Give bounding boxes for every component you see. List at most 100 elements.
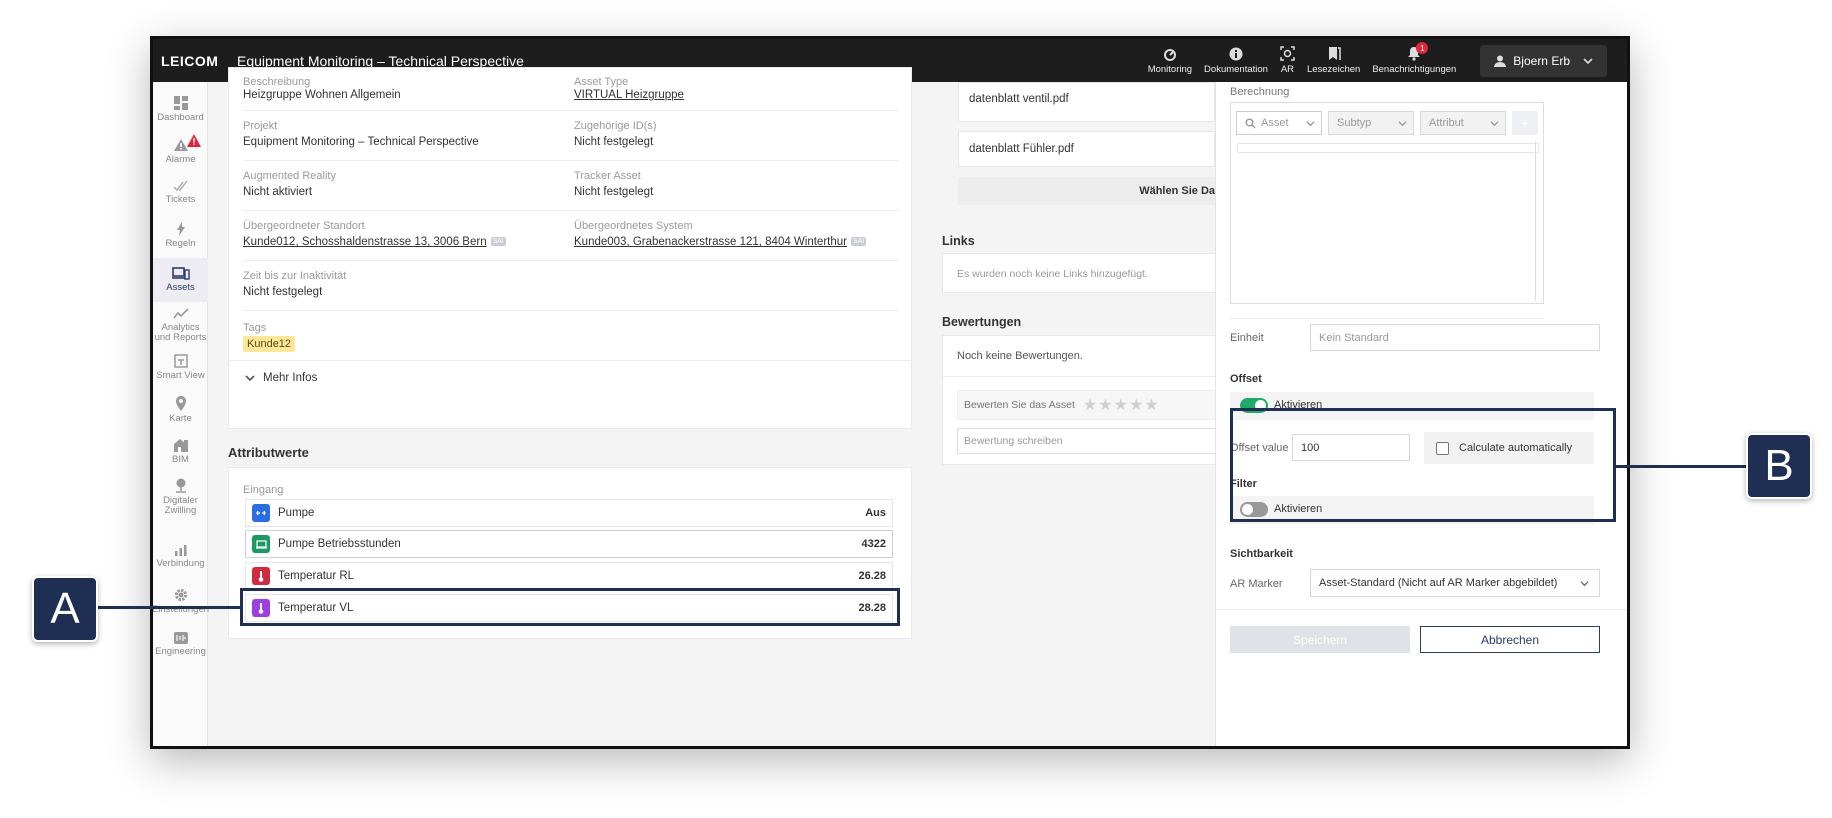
sidebar-item-label: BIM bbox=[172, 454, 189, 465]
attribut-select[interactable]: Attribut bbox=[1420, 111, 1506, 135]
calculation-editor[interactable]: Asset Subtyp Attribut + bbox=[1230, 102, 1544, 304]
user-menu-button[interactable]: Bjoern Erb bbox=[1480, 44, 1607, 77]
divider bbox=[243, 160, 899, 161]
ratings-title: Bewertungen bbox=[942, 315, 1022, 329]
star-rating-icon[interactable]: ★★★★★ bbox=[1083, 395, 1160, 415]
ar-marker-value: Asset-Standard (Nicht auf AR Marker abge… bbox=[1319, 577, 1558, 589]
sidebar-item-label: Smart View bbox=[156, 370, 205, 381]
scrollbar[interactable] bbox=[1535, 141, 1536, 301]
links-title: Links bbox=[942, 234, 975, 248]
add-variable-button[interactable]: + bbox=[1512, 111, 1538, 135]
einheit-label: Einheit bbox=[1230, 332, 1264, 344]
inaktiv-value: Nicht festgelegt bbox=[243, 286, 323, 298]
document-item[interactable]: datenblatt Fühler.pdf bbox=[958, 131, 1215, 167]
sidebar-item-karte[interactable]: Karte bbox=[153, 396, 208, 424]
subtyp-select[interactable]: Subtyp bbox=[1328, 111, 1414, 135]
rate-asset-label: Bewerten Sie das Asset bbox=[964, 399, 1075, 411]
asset-select[interactable]: Asset bbox=[1236, 111, 1322, 135]
rate-asset-box: Bewerten Sie das Asset ★★★★★ bbox=[957, 390, 1216, 420]
toolbar-dokumentation-label: Dokumentation bbox=[1204, 63, 1268, 75]
document-item[interactable]: datenblatt ventil.pdf bbox=[958, 82, 1215, 122]
sidebar-item-bim[interactable]: BIM bbox=[153, 438, 208, 465]
callout-a-badge: A bbox=[32, 576, 98, 642]
divider bbox=[243, 110, 899, 111]
toolbar-lesezeichen[interactable]: Lesezeichen bbox=[1301, 46, 1366, 75]
save-button[interactable]: Speichern bbox=[1230, 626, 1410, 653]
sidebar-item-verbindung[interactable]: Verbindung bbox=[153, 544, 208, 569]
attribute-name: Temperatur RL bbox=[278, 570, 355, 582]
building-icon bbox=[173, 439, 188, 452]
system-value: Kunde003, Grabenackerstrasse 121, 8404 W… bbox=[574, 236, 867, 248]
sidebar-item-alarme[interactable]: Alarme bbox=[153, 134, 208, 165]
digital-twin-icon bbox=[175, 478, 186, 493]
attributes-title: Attributwerte bbox=[228, 445, 309, 460]
chevron-down-icon bbox=[1306, 120, 1315, 126]
monitoring-icon bbox=[1163, 48, 1176, 61]
asset-select-placeholder: Asset bbox=[1261, 117, 1289, 129]
thermometer-icon bbox=[252, 567, 270, 585]
app-logo: LEICOM bbox=[161, 52, 219, 69]
rating-textarea[interactable]: Bewertung schreiben bbox=[957, 428, 1216, 454]
asset-type-link[interactable]: VIRTUAL Heizgruppe bbox=[574, 89, 684, 101]
sidebar-item-analytics[interactable]: Analytics und Reports bbox=[153, 308, 208, 343]
attribut-select-placeholder: Attribut bbox=[1429, 117, 1464, 129]
table-row[interactable]: Temperatur RL 26.28 bbox=[245, 562, 893, 590]
sidebar-item-label: Regeln bbox=[165, 238, 196, 249]
attribute-value: 4322 bbox=[861, 538, 886, 550]
search-icon bbox=[1245, 118, 1256, 128]
einheit-input[interactable]: Kein Standard bbox=[1310, 324, 1600, 351]
inaktiv-label: Zeit bis zur Inaktivität bbox=[243, 270, 347, 282]
sidebar-item-dashboard[interactable]: Dashboard bbox=[153, 96, 208, 123]
sai-badge: SAI bbox=[850, 237, 867, 247]
ar-marker-select[interactable]: Asset-Standard (Nicht auf AR Marker abge… bbox=[1310, 569, 1600, 597]
user-icon bbox=[1494, 55, 1507, 67]
ratings-card: Noch keine Bewertungen. Bewerten Sie das… bbox=[942, 335, 1216, 465]
asset-type-label: Asset Type bbox=[574, 76, 629, 88]
cancel-button[interactable]: Abbrechen bbox=[1420, 626, 1600, 653]
alarm-badge-icon bbox=[187, 134, 201, 147]
formula-input[interactable] bbox=[1237, 143, 1539, 153]
subtyp-select-placeholder: Subtyp bbox=[1337, 117, 1372, 129]
chevron-down-icon bbox=[1580, 580, 1589, 586]
table-row[interactable]: Pumpe Aus bbox=[245, 499, 893, 527]
choose-file-label: Wählen Sie Da bbox=[1139, 185, 1215, 197]
sidebar-item-regeln[interactable]: Regeln bbox=[153, 222, 208, 249]
sidebar-item-smart-view[interactable]: Smart View bbox=[153, 354, 208, 381]
beschreibung-label: Beschreibung bbox=[243, 76, 311, 88]
rating-placeholder: Bewertung schreiben bbox=[964, 435, 1063, 447]
ids-value: Nicht festgelegt bbox=[574, 136, 654, 148]
sidebar-item-engineering[interactable]: Engineering bbox=[153, 632, 208, 657]
info-icon bbox=[1229, 47, 1243, 60]
toolbar-ar[interactable]: AR bbox=[1274, 46, 1301, 75]
sidebar-item-einstellungen[interactable]: Einstellungen bbox=[153, 588, 209, 615]
standort-label: Übergeordneter Standort bbox=[243, 220, 365, 232]
toolbar-monitoring[interactable]: Monitoring bbox=[1142, 47, 1198, 75]
plus-icon: + bbox=[1520, 115, 1530, 131]
user-name: Bjoern Erb bbox=[1513, 53, 1570, 68]
ar-label: Augmented Reality bbox=[243, 170, 336, 182]
toolbar-benachrichtigungen[interactable]: 1 Benachrichtigungen bbox=[1366, 42, 1462, 75]
sidebar-item-tickets[interactable]: Tickets bbox=[153, 180, 208, 205]
tag-chip[interactable]: Kunde12 bbox=[243, 336, 296, 352]
table-row[interactable]: Pumpe Betriebsstunden 4322 bbox=[245, 530, 893, 558]
callout-b-line bbox=[1616, 465, 1748, 468]
choose-file-button[interactable]: Wählen Sie Da bbox=[958, 177, 1215, 205]
sidebar-item-label: Analytics und Reports bbox=[154, 322, 207, 343]
einheit-placeholder: Kein Standard bbox=[1319, 331, 1389, 344]
mehr-infos-toggle[interactable]: Mehr Infos bbox=[245, 372, 317, 384]
sidebar-item-label: Alarme bbox=[165, 154, 196, 165]
callout-b-badge: B bbox=[1746, 433, 1812, 499]
system-link[interactable]: Kunde003, Grabenackerstrasse 121, 8404 W… bbox=[574, 236, 847, 248]
divider bbox=[243, 310, 899, 311]
standort-link[interactable]: Kunde012, Schosshaldenstrasse 13, 3006 B… bbox=[243, 236, 487, 248]
dashboard-icon bbox=[173, 96, 188, 110]
sidebar-item-digitaler-zwilling[interactable]: Digitaler Zwilling bbox=[153, 478, 208, 516]
standort-value: Kunde012, Schosshaldenstrasse 13, 3006 B… bbox=[243, 236, 506, 248]
divider bbox=[1230, 318, 1544, 319]
save-label: Speichern bbox=[1292, 632, 1348, 647]
sidebar-item-assets[interactable]: Assets bbox=[153, 258, 208, 302]
panel-scrollbar[interactable] bbox=[1627, 142, 1630, 582]
toolbar-dokumentation[interactable]: Dokumentation bbox=[1198, 47, 1274, 75]
berechnung-label: Berechnung bbox=[1230, 86, 1290, 98]
app-window: LEICOM Equipment Monitoring – Technical … bbox=[150, 36, 1630, 749]
